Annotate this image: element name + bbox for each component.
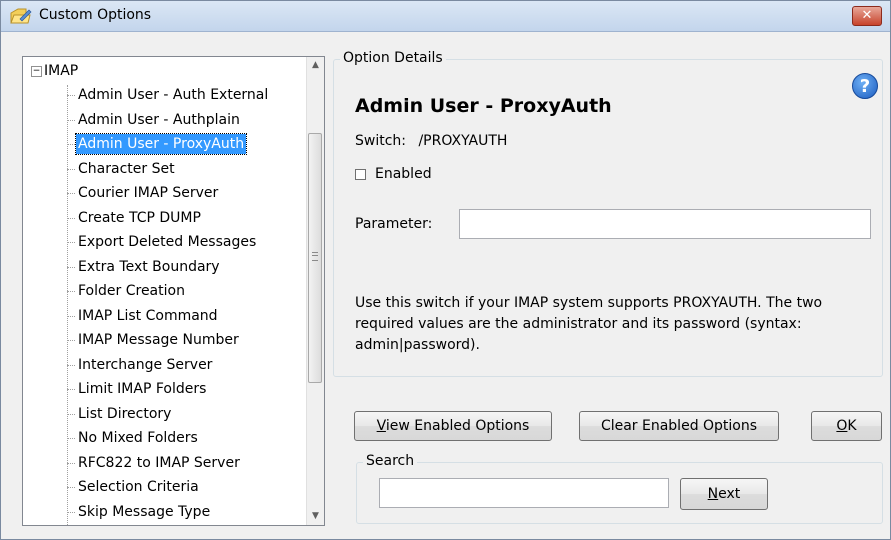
tree-item-label[interactable]: Export Deleted Messages [76,232,258,252]
tree-scrollbar[interactable]: ▲ ▼ [306,57,324,525]
tree-connector [67,462,75,464]
tree-item-label[interactable]: IMAP Message Number [76,330,241,350]
tree-root-label: IMAP [44,63,79,79]
tree-item-label[interactable]: Interchange Server [76,355,214,375]
tree-item-label[interactable]: Create TCP DUMP [76,208,203,228]
tree-connector [67,144,75,145]
ok-label-rest: K [847,418,857,434]
tree-connector [67,95,75,96]
enabled-checkbox[interactable] [355,168,366,180]
search-legend: Search [363,453,418,469]
tree-connector [67,389,75,390]
tree-connector [67,511,75,513]
next-label-rest: ext [718,486,741,502]
view-label-rest: iew Enabled Options [385,418,530,434]
grip-icon [312,252,318,261]
search-input[interactable] [379,478,669,508]
tree-item-label[interactable]: Admin User - Authplain [76,110,242,130]
ok-button[interactable]: OK [811,411,882,441]
tree-connector [67,266,75,268]
ok-mnemonic: O [836,418,848,434]
collapse-icon[interactable]: − [31,66,42,77]
tree-item-label[interactable]: Admin User - ProxyAuth [74,133,248,155]
view-enabled-options-button[interactable]: View Enabled Options [354,411,552,441]
clear-enabled-options-button[interactable]: Clear Enabled Options [579,411,779,441]
tree-item-label[interactable]: List Directory [76,404,173,424]
option-title: Admin User - ProxyAuth [355,95,612,117]
tree-connector [67,242,75,243]
scroll-up-arrow-icon[interactable]: ▲ [307,57,324,74]
next-mnemonic: N [707,486,719,502]
enabled-label[interactable]: Enabled [375,166,432,182]
view-mnemonic: V [376,418,386,434]
tree-item-label[interactable]: Courier IMAP Server [76,183,220,203]
next-button[interactable]: Next [680,478,768,510]
tree-connector-line [67,85,68,525]
parameter-input[interactable] [459,209,871,239]
enabled-row[interactable]: Enabled [355,166,432,182]
tree-connector [67,119,75,121]
tree-item-label[interactable]: Character Set [76,159,177,179]
tree-connector [67,193,75,194]
tree-item-label[interactable]: No Mixed Folders [76,428,200,448]
tree-item-label[interactable]: Folder Creation [76,281,187,301]
tree-connector [67,487,75,488]
tree-item-label[interactable]: RFC822 to IMAP Server [76,453,242,473]
option-details-group: Option Details ? Admin User - ProxyAuth … [333,50,883,377]
options-tree[interactable]: − IMAP Admin User - Auth External Admin U… [22,56,325,526]
tree-connector [67,340,75,341]
switch-value: /PROXYAUTH [418,133,508,149]
tree-connector [67,364,75,366]
tree-connector [67,438,75,439]
folder-with-pen-icon [10,7,32,25]
parameter-label: Parameter: [355,216,433,232]
tree-connector [67,168,75,170]
tree-connector [67,291,75,292]
window-title: Custom Options [39,7,152,23]
tree-item-label[interactable]: Selection Criteria [76,477,201,497]
close-button[interactable]: ✕ [852,6,882,26]
switch-label: Switch: [355,133,407,149]
tree-item-label[interactable]: Limit IMAP Folders [76,379,208,399]
scroll-down-arrow-icon[interactable]: ▼ [307,508,324,525]
search-group: Search Next [356,453,883,524]
option-description: Use this switch if your IMAP system supp… [355,295,823,353]
help-icon[interactable]: ? [852,73,878,99]
custom-options-window: Custom Options ✕ − IMAP Admin User - Aut… [0,0,891,540]
title-bar: Custom Options ✕ [1,1,890,32]
tree-connector [67,413,75,415]
scroll-thumb[interactable] [308,133,322,383]
tree-item-label[interactable]: Admin User - Auth External [76,85,270,105]
tree-item-label[interactable]: Skip Message Type [76,502,212,522]
tree-connector [67,315,75,317]
tree-item-label[interactable]: Extra Text Boundary [76,257,222,277]
switch-row: Switch: /PROXYAUTH [355,133,507,149]
tree-item-label[interactable]: IMAP List Command [76,306,220,326]
option-details-legend: Option Details [340,50,446,66]
tree-connector [67,217,75,219]
